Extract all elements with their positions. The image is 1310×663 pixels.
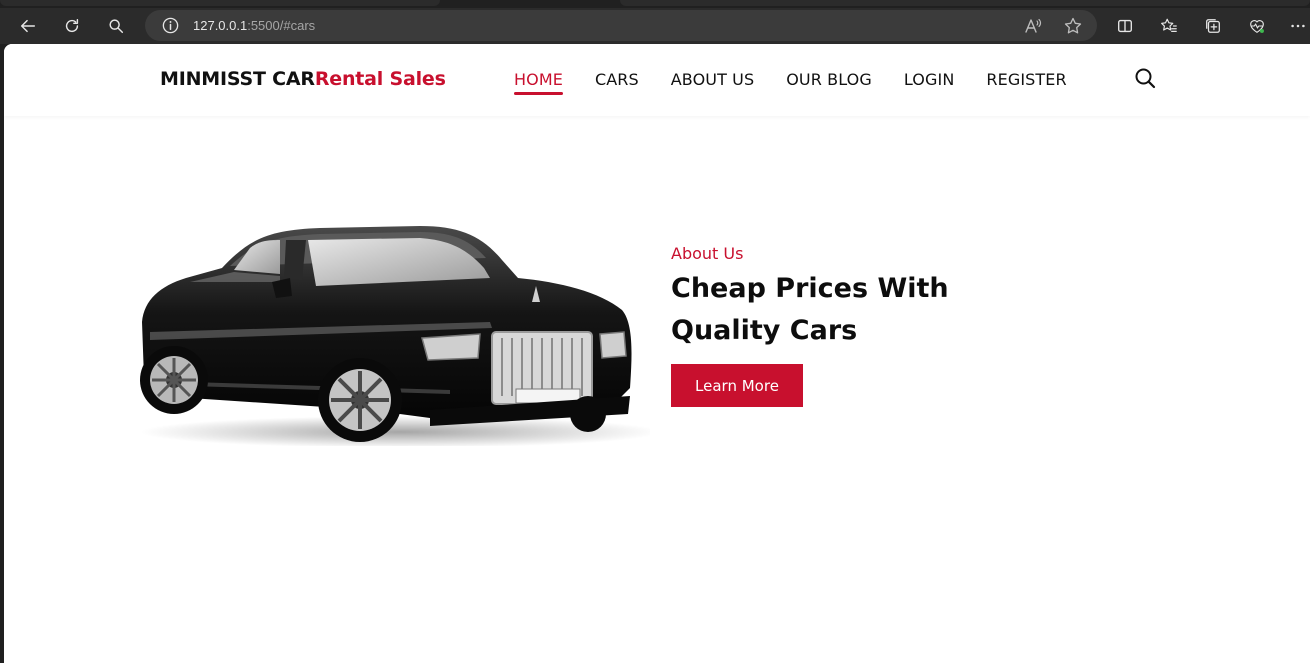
split-screen-icon[interactable] xyxy=(1111,12,1139,40)
nav-cars[interactable]: CARS xyxy=(595,70,639,95)
performance-icon[interactable] xyxy=(1243,12,1271,40)
nav-register[interactable]: REGISTER xyxy=(986,70,1066,95)
collections-icon[interactable] xyxy=(1199,12,1227,40)
favorite-star-icon[interactable] xyxy=(1063,16,1083,36)
learn-more-button[interactable]: Learn More xyxy=(671,364,803,407)
url-host: 127.0.0.1 xyxy=(193,18,248,33)
tab-left[interactable] xyxy=(0,0,440,6)
info-icon[interactable] xyxy=(161,16,180,35)
browser-toolbar: 127.0.0.1:5500/#cars xyxy=(0,8,1310,44)
more-icon[interactable] xyxy=(1287,12,1309,40)
brand-primary-text: MINMISST CAR xyxy=(160,68,315,90)
refresh-icon[interactable] xyxy=(58,12,86,40)
address-bar[interactable]: 127.0.0.1:5500/#cars xyxy=(145,10,1097,41)
search-icon[interactable] xyxy=(102,12,130,40)
tab-right[interactable] xyxy=(620,0,1310,6)
url-text[interactable]: 127.0.0.1:5500/#cars xyxy=(193,18,315,33)
nav-login[interactable]: LOGIN xyxy=(904,70,955,95)
hero-eyebrow: About Us xyxy=(671,244,744,263)
main-nav: HOME CARS ABOUT US OUR BLOG LOGIN REGIST… xyxy=(514,70,1099,95)
nav-our-blog[interactable]: OUR BLOG xyxy=(786,70,872,95)
brand-accent-text: Rental Sales xyxy=(314,68,446,90)
favorites-icon[interactable] xyxy=(1155,12,1183,40)
tab-strip xyxy=(0,0,1310,8)
back-icon[interactable] xyxy=(14,12,42,40)
site-header: MINMISST CARRental Sales HOME CARS ABOUT… xyxy=(4,44,1310,116)
search-icon[interactable] xyxy=(1134,67,1156,89)
read-aloud-icon[interactable] xyxy=(1023,16,1043,36)
hero-car-image xyxy=(140,226,650,446)
page-viewport: MINMISST CARRental Sales HOME CARS ABOUT… xyxy=(4,44,1310,663)
nav-about-us[interactable]: ABOUT US xyxy=(671,70,754,95)
url-path: :5500/#cars xyxy=(247,18,316,33)
brand-logo[interactable]: MINMISST CARRental Sales xyxy=(160,68,446,90)
hero-headline: Cheap Prices With Quality Cars xyxy=(671,273,949,346)
nav-home[interactable]: HOME xyxy=(514,70,563,95)
